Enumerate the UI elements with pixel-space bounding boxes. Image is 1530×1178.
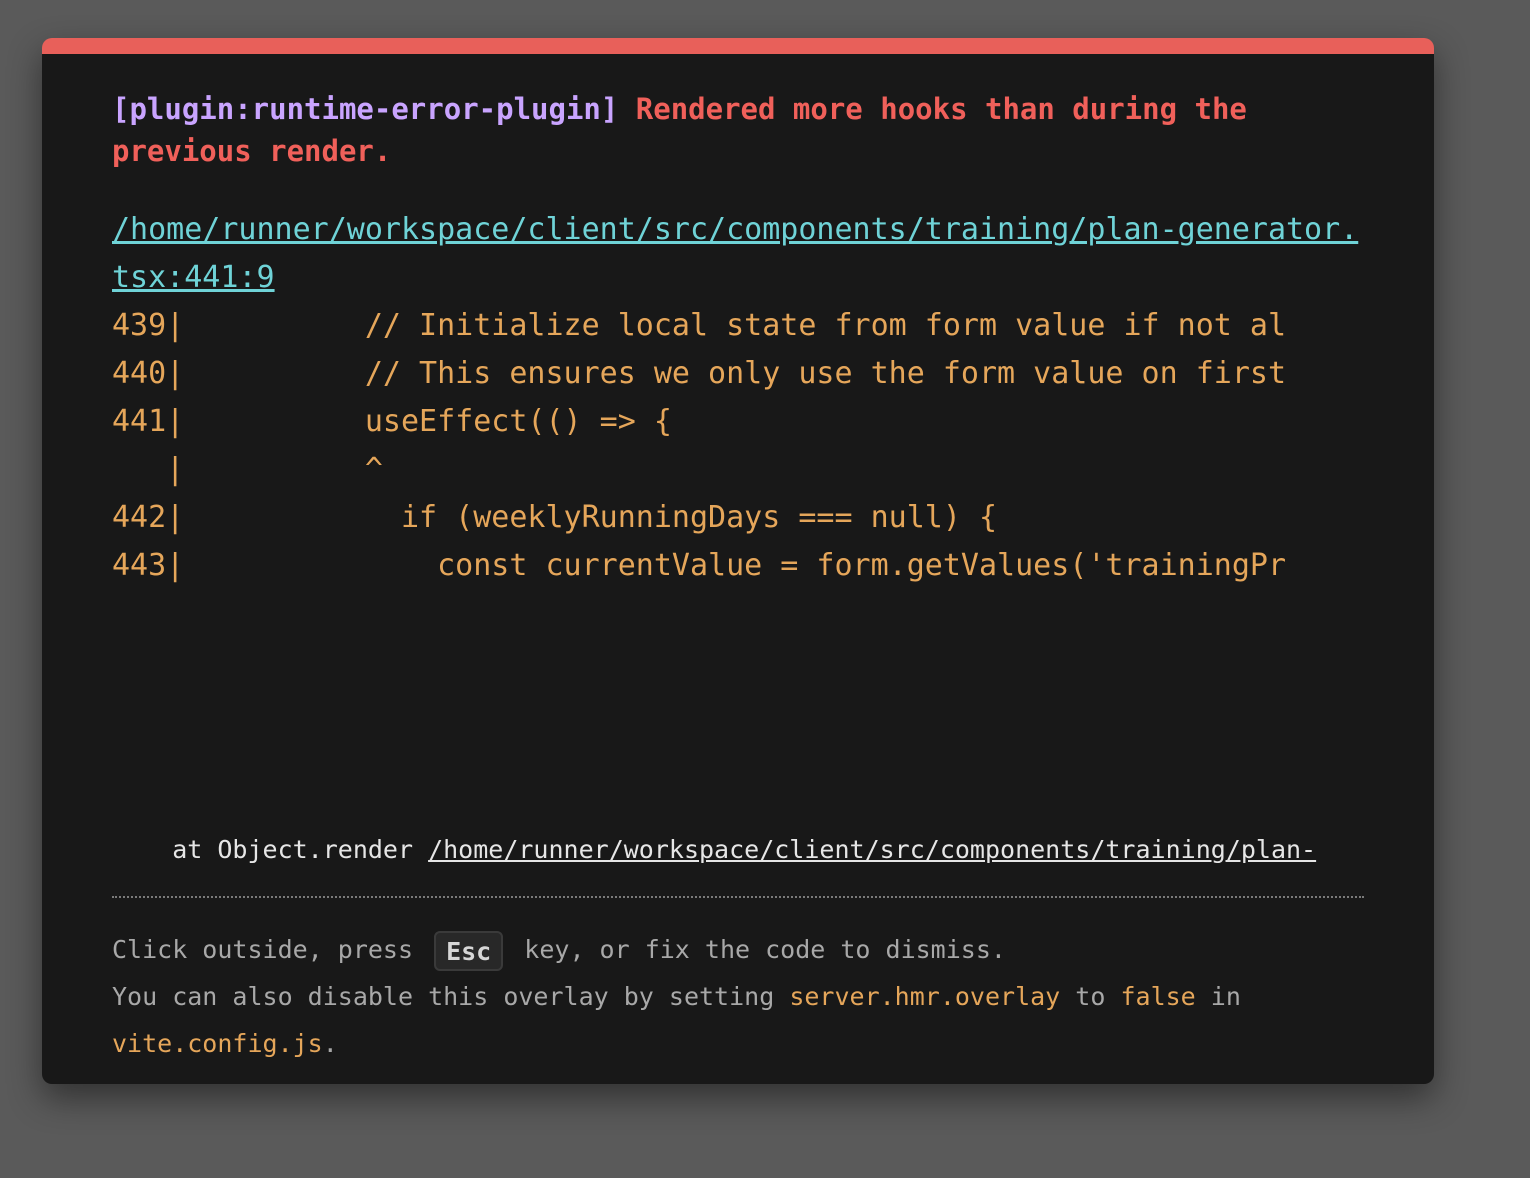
code-line-caret: | ^ (112, 452, 383, 487)
code-line: 441| useEffect(() => { (112, 404, 672, 439)
tip-text: in (1195, 982, 1241, 1011)
error-file-link[interactable]: /home/runner/workspace/client/src/compon… (112, 206, 1364, 302)
tip-text: key, or fix the code to dismiss. (509, 935, 1006, 964)
config-key: server.hmr.overlay (789, 982, 1061, 1011)
code-line: 443| const currentValue = form.getValues… (112, 548, 1286, 583)
tip-text: You can also disable this overlay by set… (112, 982, 790, 1011)
error-overlay: [plugin:runtime-error-plugin] Rendered m… (42, 38, 1434, 1084)
false-value: false (1120, 982, 1196, 1011)
tip-line-1: Click outside, press Esc key, or fix the… (112, 926, 1364, 973)
code-line: 442| if (weeklyRunningDays === null) { (112, 500, 998, 535)
tip-text: to (1060, 982, 1121, 1011)
tip-text: Click outside, press (112, 935, 429, 964)
code-line: 439| // Initialize local state from form… (112, 308, 1286, 343)
stack-trace: at Object.render /home/runner/workspace/… (112, 832, 1364, 868)
tip-line-2: You can also disable this overlay by set… (112, 973, 1364, 1020)
stack-file-link[interactable]: /home/runner/workspace/client/src/compon… (428, 835, 1316, 864)
tip-line-3: vite.config.js. (112, 1020, 1364, 1067)
plugin-tag: [plugin:runtime-error-plugin] (112, 92, 619, 126)
code-line: 440| // This ensures we only use the for… (112, 356, 1286, 391)
dismiss-tip: Click outside, press Esc key, or fix the… (112, 926, 1364, 1067)
config-file: vite.config.js (112, 1029, 323, 1058)
code-frame: 439| // Initialize local state from form… (112, 302, 1364, 590)
tip-text: . (322, 1029, 338, 1058)
stack-prefix: at Object.render (112, 835, 429, 864)
error-message: [plugin:runtime-error-plugin] Rendered m… (112, 88, 1364, 172)
esc-key-badge: Esc (434, 931, 504, 971)
divider (112, 896, 1364, 898)
